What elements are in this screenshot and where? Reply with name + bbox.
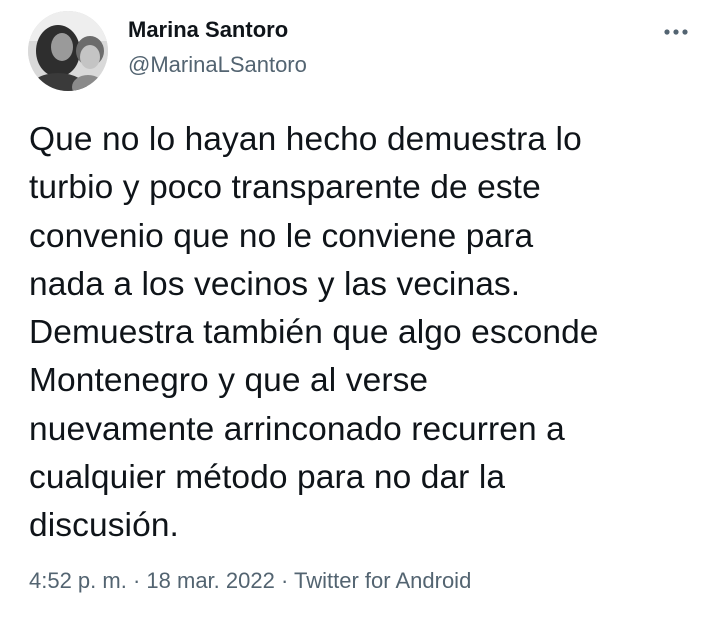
avatar-photo (28, 11, 108, 91)
tweet-time[interactable]: 4:52 p. m. (29, 568, 127, 593)
tweet-card: Marina Santoro @MarinaLSantoro Que no lo… (0, 0, 720, 624)
meta-separator-2: · (274, 568, 294, 593)
author-handle[interactable]: @MarinaLSantoro (128, 52, 307, 78)
tweet-text: Que no lo hayan hecho demuestra lo turbi… (29, 121, 599, 545)
more-options-button[interactable] (656, 14, 696, 50)
tweet-source[interactable]: Twitter for Android (294, 568, 471, 593)
meta-separator: · (126, 568, 147, 593)
author-display-name[interactable]: Marina Santoro (128, 17, 288, 43)
tweet-meta: 4:52 p. m. · 18 mar. 2022 · Twitter for … (29, 568, 471, 594)
more-horizontal-icon (664, 29, 688, 35)
tweet-date[interactable]: 18 mar. 2022 (146, 568, 274, 593)
avatar[interactable] (28, 11, 108, 91)
